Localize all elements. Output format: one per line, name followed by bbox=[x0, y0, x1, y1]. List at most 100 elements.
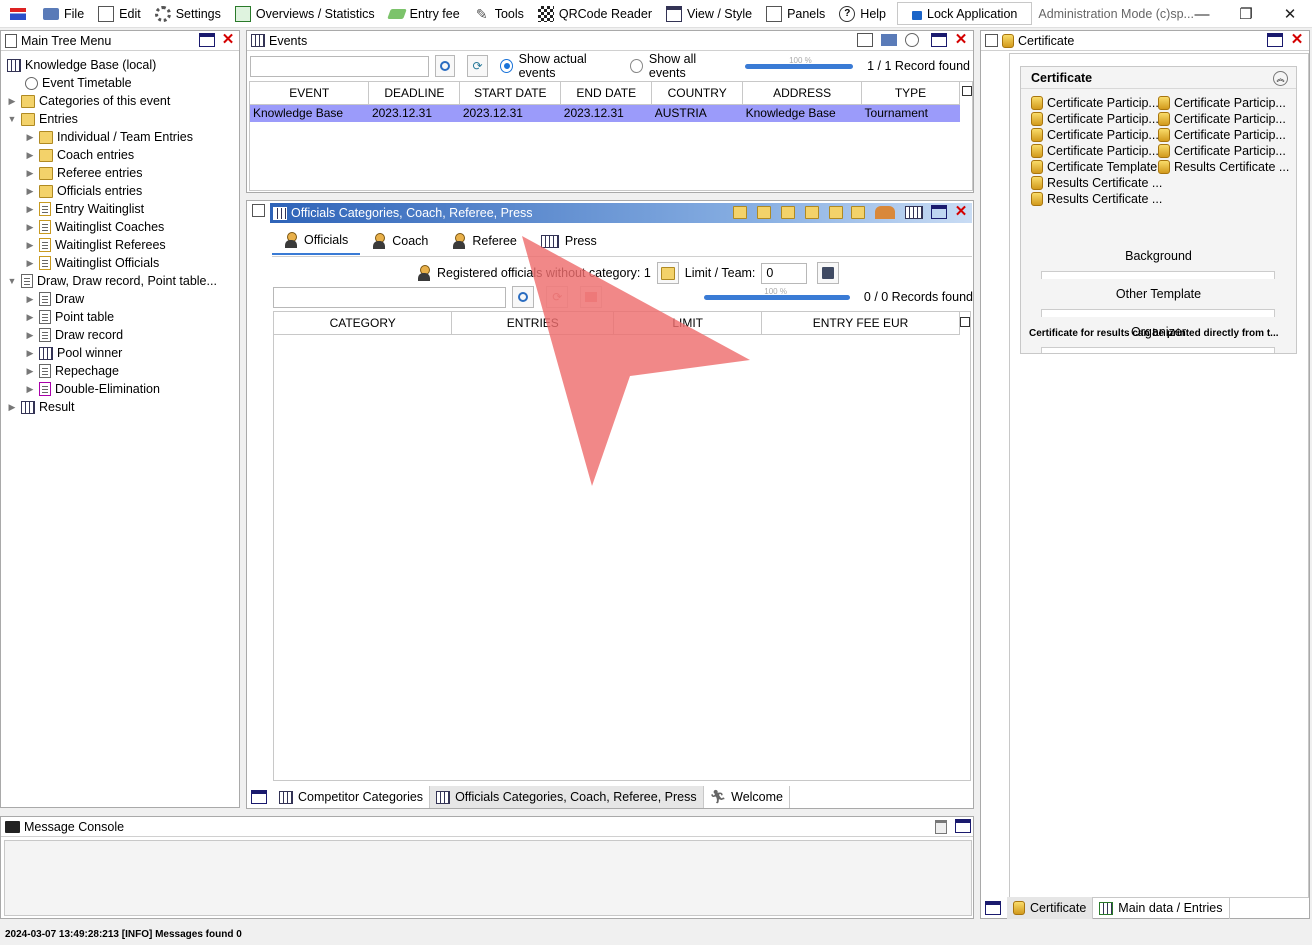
tree-item[interactable]: ▼ Entries bbox=[7, 110, 217, 128]
expand-arrow-icon[interactable]: ▶ bbox=[25, 312, 35, 323]
menu-settings[interactable]: Settings bbox=[148, 0, 228, 28]
close-window-button[interactable]: ✕ bbox=[1268, 0, 1312, 28]
expand-arrow-icon[interactable]: ▶ bbox=[25, 222, 35, 233]
tree-item[interactable]: ▶ Point table bbox=[7, 308, 217, 326]
expand-arrow-icon[interactable]: ▶ bbox=[25, 294, 35, 305]
expand-arrow-icon[interactable]: ▶ bbox=[25, 384, 35, 395]
tab-main-data-entries[interactable]: Main data / Entries bbox=[1093, 897, 1230, 919]
toolbar-icon[interactable] bbox=[829, 206, 843, 219]
save-button[interactable] bbox=[817, 262, 840, 284]
collapse-arrow-icon[interactable]: ▼ bbox=[7, 276, 17, 286]
tab-coach[interactable]: Coach bbox=[360, 227, 440, 255]
refresh-button[interactable]: ⟳ bbox=[467, 55, 488, 77]
expand-arrow-icon[interactable]: ▶ bbox=[25, 168, 35, 179]
maximize-button[interactable] bbox=[1267, 33, 1283, 47]
tab-officials[interactable]: Officials bbox=[272, 227, 361, 255]
show-all-events-radio[interactable] bbox=[629, 59, 643, 73]
certificate-item[interactable]: Certificate Particip... bbox=[1031, 143, 1161, 159]
maximize-button[interactable] bbox=[985, 901, 1001, 915]
certificate-item[interactable]: Certificate Particip... bbox=[1031, 127, 1161, 143]
tree-item[interactable]: ▶ Officials entries bbox=[7, 182, 217, 200]
tree-item[interactable]: ▶ Pool winner bbox=[7, 344, 217, 362]
tree-item[interactable]: ▶ Draw bbox=[7, 290, 217, 308]
certificate-item[interactable]: Certificate Particip... bbox=[1158, 95, 1298, 111]
toolbar-icon[interactable] bbox=[757, 206, 771, 219]
officials-search-input[interactable] bbox=[273, 286, 507, 308]
tree-item[interactable]: ▶ Result bbox=[7, 398, 217, 416]
edit-event-icon[interactable] bbox=[857, 33, 873, 47]
group-icon[interactable] bbox=[875, 206, 895, 219]
column-chooser-icon[interactable] bbox=[960, 317, 970, 327]
tab-welcome[interactable]: 🏃︎ Welcome bbox=[704, 786, 790, 808]
certificate-item[interactable]: Certificate Template bbox=[1031, 159, 1161, 175]
menu-qrcode-reader[interactable]: QRCode Reader bbox=[531, 0, 659, 28]
expand-arrow-icon[interactable]: ▶ bbox=[25, 240, 35, 251]
tree-item[interactable]: ▶ Waitinglist Referees bbox=[7, 236, 217, 254]
expand-arrow-icon[interactable]: ▶ bbox=[25, 330, 35, 341]
certificate-item[interactable]: Certificate Particip... bbox=[1158, 111, 1298, 127]
column-header[interactable]: DEADLINE bbox=[368, 82, 461, 105]
column-header[interactable]: ADDRESS bbox=[742, 82, 863, 105]
tree-item[interactable]: ▶ Entry Waitinglist bbox=[7, 200, 217, 218]
open-folder-icon[interactable] bbox=[881, 34, 897, 46]
maximize-button[interactable] bbox=[931, 205, 947, 219]
tree-item[interactable]: ▶ Categories of this event bbox=[7, 92, 217, 110]
column-header[interactable]: EVENT bbox=[250, 82, 370, 105]
expand-arrow-icon[interactable]: ▶ bbox=[25, 186, 35, 197]
expand-arrow-icon[interactable]: ▶ bbox=[25, 366, 35, 377]
expand-arrow-icon[interactable]: ▶ bbox=[25, 258, 35, 269]
maximize-button[interactable] bbox=[199, 33, 215, 47]
column-header[interactable]: TYPE bbox=[861, 82, 960, 105]
undock-icon[interactable] bbox=[985, 34, 998, 47]
maximize-button[interactable] bbox=[931, 33, 947, 47]
trash-icon[interactable] bbox=[935, 820, 947, 834]
other-template-field[interactable] bbox=[1041, 309, 1275, 317]
tree-item[interactable]: ▶ Referee entries bbox=[7, 164, 217, 182]
expand-arrow-icon[interactable]: ▶ bbox=[7, 96, 17, 107]
menu-overviews[interactable]: Overviews / Statistics bbox=[228, 0, 382, 28]
certificate-item[interactable]: Results Certificate ... bbox=[1031, 191, 1162, 207]
close-panel-button[interactable]: ✕ bbox=[220, 32, 236, 47]
tree-item[interactable]: ▼ Draw, Draw record, Point table... bbox=[7, 272, 217, 290]
table-view-icon[interactable] bbox=[905, 206, 923, 219]
certificate-item[interactable]: Certificate Particip... bbox=[1031, 95, 1161, 111]
column-header[interactable]: ENTRY FEE EUR bbox=[761, 312, 960, 335]
expand-arrow-icon[interactable]: ▶ bbox=[25, 204, 35, 215]
background-field[interactable] bbox=[1041, 271, 1275, 279]
minimize-button[interactable]: — bbox=[1180, 0, 1224, 28]
collapse-arrow-icon[interactable]: ▼ bbox=[7, 114, 17, 124]
restore-button[interactable]: ❐ bbox=[1224, 0, 1268, 28]
column-header[interactable]: COUNTRY bbox=[651, 82, 744, 105]
menu-view-style[interactable]: View / Style bbox=[659, 0, 759, 28]
tab-certificate[interactable]: Certificate bbox=[1007, 897, 1094, 919]
table-row[interactable]: Knowledge Base 2023.12.31 2023.12.31 202… bbox=[250, 104, 960, 122]
column-header[interactable]: END DATE bbox=[560, 82, 653, 105]
certificate-item[interactable]: Results Certificate ... bbox=[1158, 159, 1298, 175]
show-actual-events-radio[interactable] bbox=[499, 59, 513, 73]
toolbar-icon[interactable] bbox=[851, 206, 865, 219]
close-panel-button[interactable]: ✕ bbox=[1289, 32, 1305, 47]
menu-panels[interactable]: Panels bbox=[759, 0, 832, 28]
collapse-section-icon[interactable]: ︽ bbox=[1273, 71, 1288, 86]
column-header[interactable]: CATEGORY bbox=[274, 312, 453, 335]
lock-application-button[interactable]: Lock Application bbox=[897, 2, 1033, 25]
certificate-item[interactable]: Results Certificate ... bbox=[1031, 175, 1162, 191]
limit-input[interactable] bbox=[761, 262, 808, 284]
expand-arrow-icon[interactable]: ▶ bbox=[25, 132, 35, 143]
menu-tools[interactable]: ✎ Tools bbox=[467, 0, 531, 28]
tab-competitor-categories[interactable]: Competitor Categories bbox=[273, 786, 431, 808]
toolbar-icon[interactable] bbox=[781, 206, 795, 219]
maximize-button[interactable] bbox=[251, 790, 267, 804]
tree-item[interactable]: ▶ Double-Elimination bbox=[7, 380, 217, 398]
menu-edit[interactable]: Edit bbox=[91, 0, 148, 28]
tree-item[interactable]: Event Timetable bbox=[7, 74, 217, 92]
column-header[interactable]: START DATE bbox=[459, 82, 562, 105]
certificate-item[interactable]: Certificate Particip... bbox=[1158, 143, 1298, 159]
expand-arrow-icon[interactable]: ▶ bbox=[25, 348, 35, 359]
tree-item[interactable]: ▶ Waitinglist Coaches bbox=[7, 218, 217, 236]
tree-item[interactable]: ▶ Draw record bbox=[7, 326, 217, 344]
toolbar-icon[interactable] bbox=[733, 206, 747, 219]
close-panel-button[interactable]: ✕ bbox=[953, 204, 969, 219]
menu-help[interactable]: ? Help bbox=[832, 0, 893, 28]
timer-icon[interactable] bbox=[905, 33, 919, 47]
